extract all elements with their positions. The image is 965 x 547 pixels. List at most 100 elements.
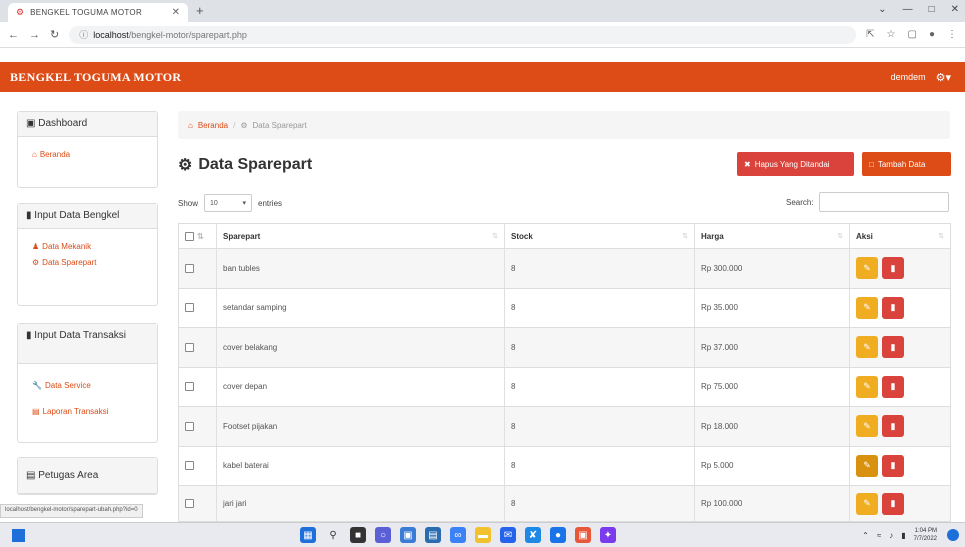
reload-icon[interactable]: ↻: [50, 28, 59, 41]
task-view-icon[interactable]: ■: [350, 527, 366, 543]
mail-icon[interactable]: ✉: [500, 527, 516, 543]
store-icon[interactable]: ▤: [425, 527, 441, 543]
new-tab-icon[interactable]: +: [196, 3, 204, 18]
gear-icon[interactable]: ⚙▾: [936, 71, 951, 84]
dashboard-icon: ▣: [26, 118, 36, 129]
sort-icon[interactable]: ⇅: [197, 232, 204, 241]
edit-button[interactable]: ✎: [856, 415, 878, 438]
url-path: /bengkel-motor/sparepart.php: [128, 29, 247, 40]
windows-icon[interactable]: ▦: [300, 527, 316, 543]
chevron-up-icon[interactable]: ⌃: [862, 531, 869, 540]
column-sparepart[interactable]: Sparepart ⇅: [216, 224, 504, 248]
cell-stock: 8: [504, 249, 694, 288]
edit-button[interactable]: ✎: [856, 296, 878, 319]
photos-icon[interactable]: ▣: [400, 527, 416, 543]
chevron-down-icon[interactable]: ⌄: [878, 4, 886, 15]
column-aksi[interactable]: Aksi ⇅: [849, 224, 951, 248]
row-checkbox[interactable]: [185, 421, 194, 431]
plugin-icon[interactable]: ✦: [600, 527, 616, 543]
sidepanel-icon[interactable]: ▢: [908, 29, 917, 40]
row-checkbox[interactable]: [185, 382, 194, 392]
trash-icon: ▮: [890, 262, 896, 273]
report-icon: ▤: [32, 407, 40, 416]
cell-sparepart: cover belakang: [216, 328, 504, 367]
close-window-icon[interactable]: ✕: [951, 4, 959, 15]
site-info-icon[interactable]: ⓘ: [79, 28, 88, 41]
minimize-icon[interactable]: —: [903, 4, 913, 15]
file-icon: ▮: [26, 330, 32, 341]
close-icon: ✖: [744, 159, 751, 169]
folder-icon[interactable]: ▬: [475, 527, 491, 543]
row-checkbox[interactable]: [185, 499, 194, 508]
column-stock[interactable]: Stock ⇅: [504, 224, 694, 248]
cell-stock: 8: [504, 328, 694, 367]
cell-harga: Rp 300.000: [694, 249, 849, 288]
chat-icon[interactable]: ○: [375, 527, 391, 543]
delete-button[interactable]: ▮: [882, 454, 904, 477]
user-name[interactable]: demdem: [891, 72, 926, 82]
add-data-button[interactable]: □ Tambah Data: [862, 152, 951, 176]
breadcrumb-home[interactable]: Beranda: [198, 121, 228, 130]
row-checkbox[interactable]: [185, 461, 194, 471]
battery-icon[interactable]: ▮: [901, 531, 905, 540]
menu-icon[interactable]: ⋮: [947, 29, 957, 40]
app-icon[interactable]: ▣: [575, 527, 591, 543]
delete-button[interactable]: ▮: [882, 296, 904, 319]
maximize-icon[interactable]: □: [929, 4, 935, 15]
delete-button[interactable]: ▮: [882, 257, 904, 280]
delete-button[interactable]: ▮: [882, 492, 904, 515]
row-checkbox[interactable]: [185, 263, 194, 273]
delete-button[interactable]: ▮: [882, 415, 904, 438]
sidebar-item-data-mekanik[interactable]: ♟ Data Mekanik: [32, 239, 143, 255]
sidebar-item-data-sparepart[interactable]: ⚙ Data Sparepart: [32, 255, 143, 271]
trash-icon: ▮: [890, 420, 896, 431]
link-icon[interactable]: ∞: [450, 527, 466, 543]
server-icon: ▤: [26, 470, 36, 481]
cogs-icon: ⚙: [178, 157, 193, 174]
profile-icon[interactable]: ●: [929, 29, 935, 40]
brand-logo[interactable]: BENGKEL TOGUMA MOTOR: [10, 70, 181, 85]
table-row: Footset pijakan 8 Rp 18.000 ✎ ▮: [178, 407, 951, 447]
column-harga[interactable]: Harga ⇅: [694, 224, 849, 248]
row-checkbox[interactable]: [185, 342, 194, 352]
notification-icon[interactable]: [947, 529, 959, 541]
entries-select[interactable]: 10 ▾: [204, 194, 253, 212]
start-icon[interactable]: [12, 529, 25, 542]
back-icon[interactable]: ←: [8, 29, 19, 41]
bookmark-star-icon[interactable]: ☆: [887, 29, 896, 40]
select-all-checkbox[interactable]: [185, 231, 194, 241]
edit-button[interactable]: ✎: [856, 336, 878, 359]
home-icon: ⌂: [188, 120, 193, 130]
volume-icon[interactable]: ♪: [889, 531, 893, 540]
sidebar-item-laporan-transaksi[interactable]: ▤ Laporan Transaksi: [32, 404, 143, 420]
row-checkbox[interactable]: [185, 303, 194, 313]
edit-button[interactable]: ✎: [856, 492, 878, 515]
system-tray: ⌃ ≈ ♪ ▮ 1:04 PM 7/7/2022: [862, 527, 937, 543]
os-taskbar: ▦ ⚲ ■ ○ ▣ ▤ ∞ ▬ ✉ ✘ ● ▣ ✦ ⌃ ≈ ♪ ▮ 1:04 P…: [0, 522, 965, 547]
sidebar-item-data-service[interactable]: 🔧 Data Service: [32, 378, 143, 394]
tab-close-icon[interactable]: ✕: [172, 7, 180, 18]
share-icon[interactable]: ⇱: [866, 29, 874, 40]
home-icon: ⌂: [32, 150, 37, 159]
edit-button[interactable]: ✎: [856, 375, 878, 398]
clock[interactable]: 1:04 PM 7/7/2022: [914, 527, 937, 543]
url-field[interactable]: ⓘ localhost /bengkel-motor/sparepart.php: [69, 25, 857, 44]
vscode-icon[interactable]: ✘: [525, 527, 541, 543]
search-input[interactable]: [818, 192, 949, 212]
delete-button[interactable]: ▮: [882, 336, 904, 359]
trash-icon: ▮: [890, 381, 896, 392]
delete-selected-button[interactable]: ✖ Hapus Yang Ditandai: [737, 152, 854, 176]
edit-button[interactable]: ✎: [856, 454, 878, 477]
search-icon[interactable]: ⚲: [325, 527, 341, 543]
sort-icon: ⇅: [492, 233, 498, 240]
page-title: ⚙ Data Sparepart: [178, 156, 313, 174]
chrome-icon[interactable]: ●: [550, 527, 566, 543]
edit-button[interactable]: ✎: [856, 257, 878, 280]
browser-tab-bar: ⚙ BENGKEL TOGUMA MOTOR ✕ + ⌄ — □ ✕: [0, 0, 965, 22]
wifi-icon[interactable]: ≈: [877, 531, 881, 540]
cell-sparepart: kabel baterai: [216, 446, 504, 485]
sidebar-item-beranda[interactable]: ⌂ Beranda: [32, 147, 143, 163]
delete-button[interactable]: ▮: [882, 375, 904, 398]
browser-tab[interactable]: ⚙ BENGKEL TOGUMA MOTOR ✕: [8, 3, 188, 22]
forward-icon[interactable]: →: [29, 29, 40, 41]
